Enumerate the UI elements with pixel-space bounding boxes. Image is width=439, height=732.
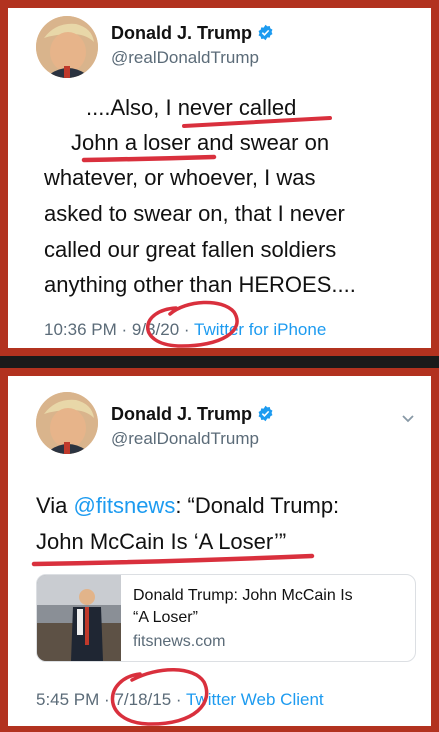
tweet-text-line-1: ....Also, I never called: [86, 95, 297, 120]
profile-photo-icon: [36, 16, 98, 78]
tweet-text-line-6: anything other than HEROES....: [44, 272, 356, 297]
avatar[interactable]: [36, 16, 98, 78]
tweet-date[interactable]: 7/18/15: [114, 690, 171, 709]
author-handle[interactable]: @realDonaldTrump: [111, 48, 259, 68]
meta-separator: ·: [183, 320, 190, 339]
profile-photo-icon: [36, 392, 98, 454]
tweet-text-line-2: John a loser and swear on: [71, 130, 330, 155]
tweet-text-line-1: Via @fitsnews: “Donald Trump:: [36, 488, 339, 523]
link-thumbnail: [37, 575, 121, 661]
meta-separator: ·: [175, 690, 182, 709]
tweet-meta-bottom: 5:45 PM · 7/18/15 · Twitter Web Client: [36, 690, 324, 710]
link-card-title-1: Donald Trump: John McCain Is: [133, 587, 353, 604]
chevron-down-icon[interactable]: [400, 410, 416, 426]
tweet-card-top: Donald J. Trump @realDonaldTrump ....Als…: [8, 8, 431, 348]
tweet-source[interactable]: Twitter for iPhone: [194, 320, 326, 339]
mention-link[interactable]: @fitsnews: [74, 493, 176, 518]
tweet-source[interactable]: Twitter Web Client: [186, 690, 324, 709]
tweet-time[interactable]: 10:36 PM: [44, 320, 117, 339]
tweet-meta-top: 10:36 PM · 9/3/20 · Twitter for iPhone: [44, 320, 326, 340]
link-card-title-2: “A Loser”: [133, 609, 198, 626]
verified-badge-icon: [258, 24, 273, 41]
author-name[interactable]: Donald J. Trump: [111, 23, 274, 44]
tweet-text-line-3: whatever, or whoever, I was: [44, 165, 316, 190]
tweet-text-line-5: called our great fallen soldiers: [44, 237, 337, 262]
verified-badge-icon: [258, 405, 273, 422]
author-handle[interactable]: @realDonaldTrump: [111, 429, 259, 449]
author-name-text: Donald J. Trump: [111, 404, 253, 424]
tweet-text-line-4: asked to swear on, that I never: [44, 201, 345, 226]
tweet-time[interactable]: 5:45 PM: [36, 690, 99, 709]
tweet-text-line-2: John McCain Is ‘A Loser’”: [36, 529, 287, 554]
link-card-domain: fitsnews.com: [133, 633, 226, 650]
meta-separator: ·: [104, 690, 110, 709]
avatar[interactable]: [36, 392, 98, 454]
tweet-card-bottom: Donald J. Trump @realDonaldTrump Via @fi…: [8, 376, 431, 726]
tweet-text: Via: [36, 493, 74, 518]
author-name-text: Donald J. Trump: [111, 23, 253, 43]
tweet-date[interactable]: 9/3/20: [132, 320, 179, 339]
author-name[interactable]: Donald J. Trump: [111, 404, 274, 425]
meta-separator: ·: [121, 320, 128, 339]
tweet-text: : “Donald Trump:: [175, 493, 340, 518]
link-preview-card[interactable]: Donald Trump: John McCain Is “A Loser” f…: [36, 574, 416, 662]
